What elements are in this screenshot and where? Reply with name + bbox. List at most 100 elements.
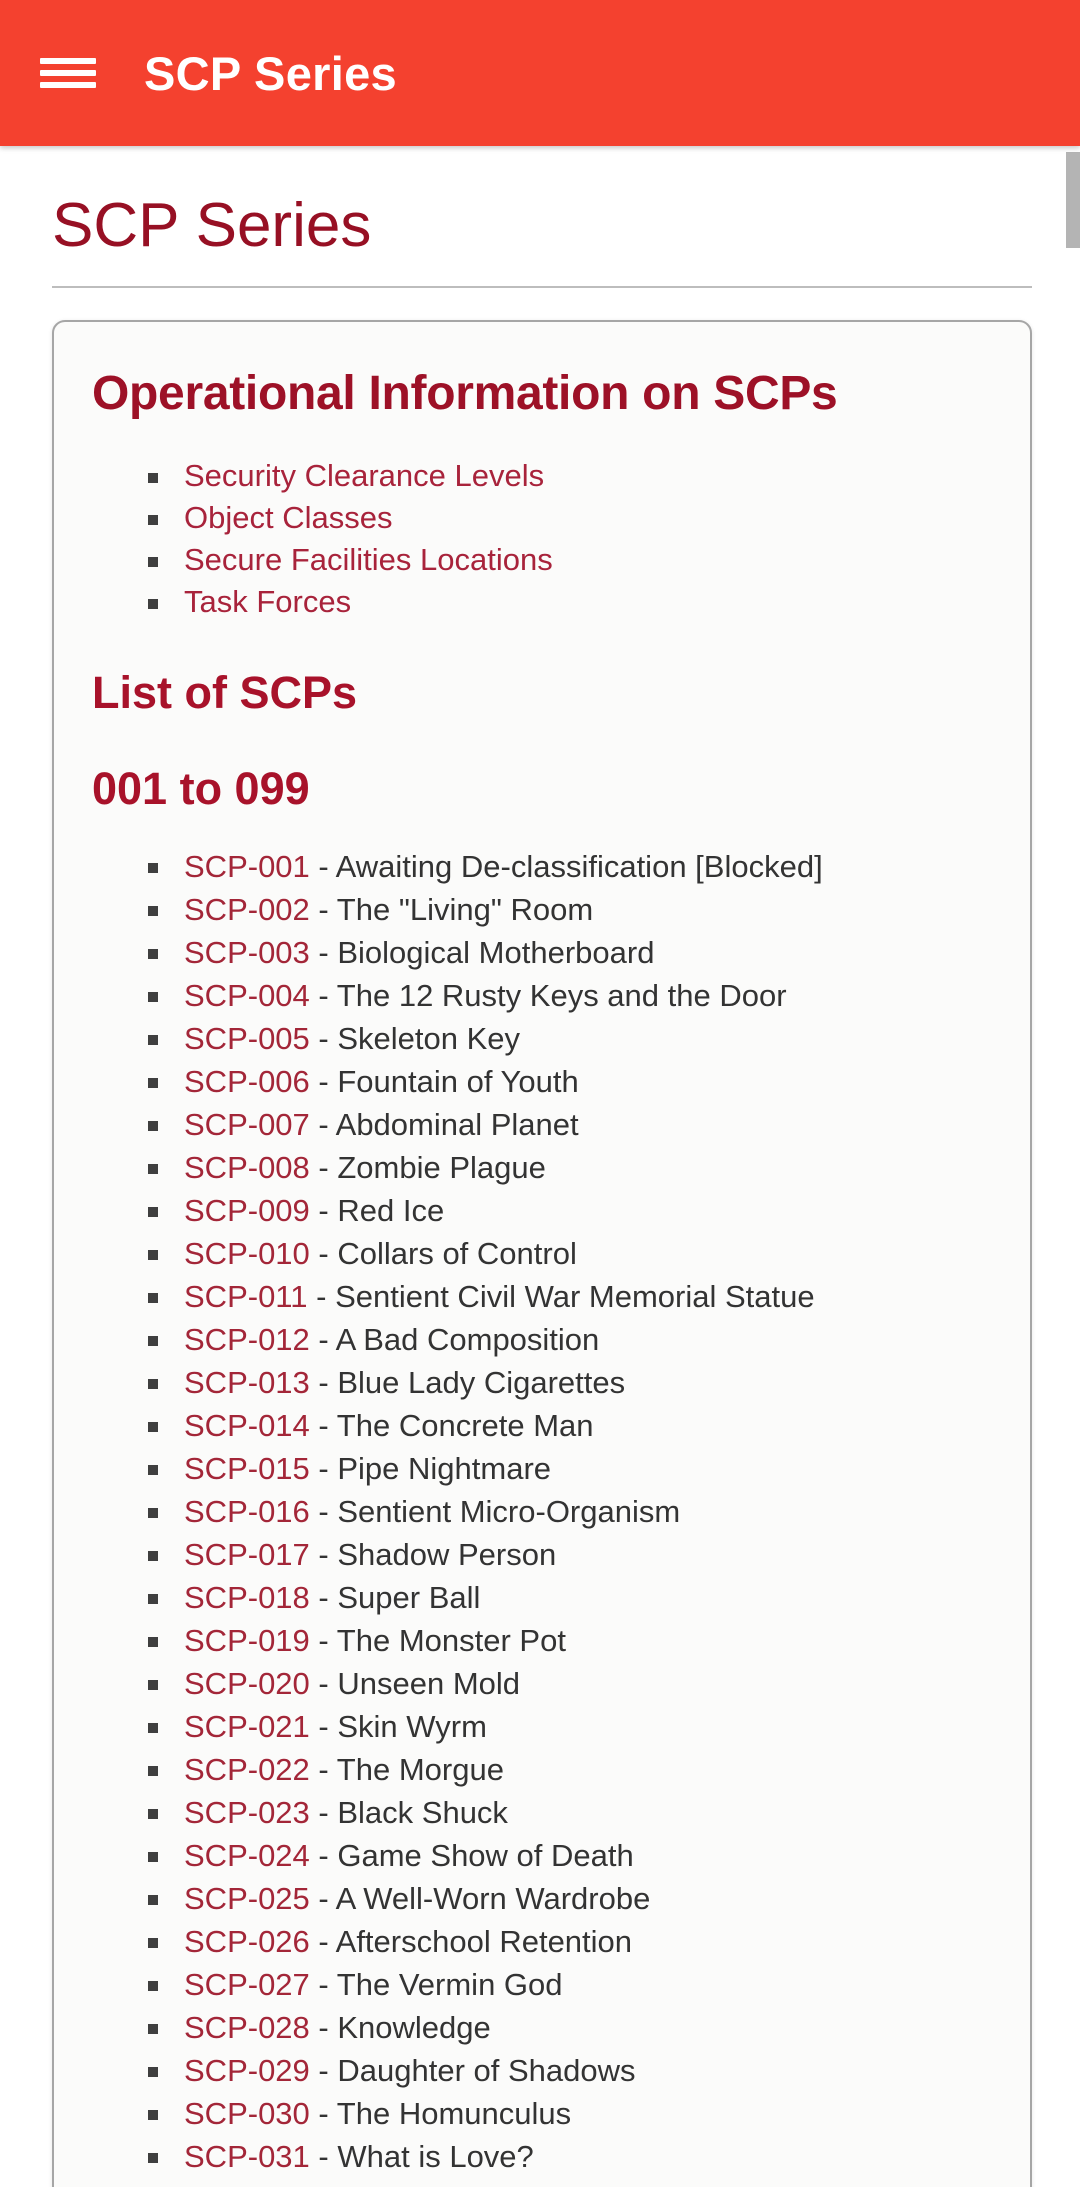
content-card: Operational Information on SCPs Security… — [52, 320, 1032, 2187]
scp-entry-link[interactable]: SCP-015 — [184, 1451, 310, 1486]
scp-entry-name: Knowledge — [337, 2009, 491, 2045]
scp-entry-link[interactable]: SCP-006 — [184, 1064, 310, 1099]
scp-entry-separator: - — [309, 1665, 338, 1701]
hamburger-bar-2 — [40, 70, 96, 76]
scp-entry-link[interactable]: SCP-019 — [184, 1623, 310, 1658]
vertical-scrollbar-thumb[interactable] — [1066, 152, 1080, 248]
list-item: Secure Facilities Locations — [148, 539, 996, 581]
list-item: Task Forces — [148, 581, 996, 623]
scp-entry-link[interactable]: SCP-029 — [184, 2053, 310, 2088]
scp-entry-separator: - — [309, 934, 338, 970]
scp-entry-link[interactable]: SCP-016 — [184, 1494, 310, 1529]
range-heading-001-099: 001 to 099 — [92, 763, 310, 815]
scp-entry-separator: - — [309, 1407, 337, 1443]
list-item: SCP-006 - Fountain of Youth — [148, 1060, 996, 1103]
list-item: SCP-013 - Blue Lady Cigarettes — [148, 1361, 996, 1404]
scp-entry-link[interactable]: SCP-026 — [184, 1924, 310, 1959]
scp-entry-separator: - — [309, 891, 337, 927]
list-item: SCP-005 - Skeleton Key — [148, 1017, 996, 1060]
scp-entry-link[interactable]: SCP-030 — [184, 2096, 310, 2131]
scp-entry-separator: - — [309, 1837, 338, 1873]
scp-entry-link[interactable]: SCP-013 — [184, 1365, 310, 1400]
scp-entry-separator: - — [309, 1579, 338, 1615]
scp-entry-name: Red Ice — [337, 1192, 445, 1228]
scp-entry-name: Awaiting De-classification [Blocked] — [335, 848, 823, 884]
list-item: SCP-015 - Pipe Nightmare — [148, 1447, 996, 1490]
scp-entry-separator: - — [309, 1880, 336, 1916]
scp-entry-name: The Morgue — [336, 1751, 504, 1787]
scp-entry-link[interactable]: SCP-023 — [184, 1795, 310, 1830]
scp-entry-name: A Bad Composition — [335, 1321, 600, 1357]
scp-entry-link[interactable]: SCP-004 — [184, 978, 310, 1013]
page-content: SCP Series Operational Information on SC… — [0, 146, 1080, 2187]
list-item: SCP-030 - The Homunculus — [148, 2092, 996, 2135]
scp-entry-name: The Homunculus — [336, 2095, 572, 2131]
scp-entry-separator: - — [309, 1493, 338, 1529]
operational-info-link[interactable]: Security Clearance Levels — [184, 458, 544, 493]
scp-entry-separator: - — [309, 1794, 338, 1830]
scp-entry-separator: - — [307, 1278, 336, 1314]
hamburger-menu-icon[interactable] — [40, 50, 96, 96]
scp-entry-link[interactable]: SCP-025 — [184, 1881, 310, 1916]
scp-entry-link[interactable]: SCP-024 — [184, 1838, 310, 1873]
list-item: SCP-002 - The "Living" Room — [148, 888, 996, 931]
scp-entry-link[interactable]: SCP-007 — [184, 1107, 310, 1142]
scp-entry-name: The 12 Rusty Keys and the Door — [336, 977, 787, 1013]
scp-entry-name: Biological Motherboard — [337, 934, 655, 970]
list-item: SCP-026 - Afterschool Retention — [148, 1920, 996, 1963]
hamburger-bar-3 — [40, 82, 96, 88]
scp-entry-separator: - — [309, 1364, 338, 1400]
scp-entry-link[interactable]: SCP-020 — [184, 1666, 310, 1701]
list-item: SCP-014 - The Concrete Man — [148, 1404, 996, 1447]
list-item: SCP-019 - The Monster Pot — [148, 1619, 996, 1662]
scp-entry-separator: - — [309, 1622, 337, 1658]
scp-entry-link[interactable]: SCP-028 — [184, 2010, 310, 2045]
vertical-scrollbar-track[interactable] — [1066, 146, 1080, 2187]
scp-entry-link[interactable]: SCP-011 — [184, 1279, 308, 1314]
scp-entry-name: Shadow Person — [337, 1536, 557, 1572]
list-of-scps-heading: List of SCPs — [92, 667, 358, 719]
scp-entry-name: Sentient Micro-Organism — [337, 1493, 681, 1529]
scp-entry-link[interactable]: SCP-012 — [184, 1322, 310, 1357]
scp-entry-name: Blue Lady Cigarettes — [337, 1364, 626, 1400]
app-bar-title: SCP Series — [144, 46, 397, 100]
operational-info-link[interactable]: Task Forces — [184, 584, 351, 619]
scp-entry-name: Collars of Control — [337, 1235, 577, 1271]
scp-entry-link[interactable]: SCP-021 — [184, 1709, 310, 1744]
scp-entry-link[interactable]: SCP-010 — [184, 1236, 310, 1271]
scp-entry-separator: - — [309, 1321, 336, 1357]
scp-entry-link[interactable]: SCP-027 — [184, 1967, 310, 2002]
scp-entry-separator: - — [309, 1966, 337, 2002]
list-item: SCP-003 - Biological Motherboard — [148, 931, 996, 974]
list-item: SCP-025 - A Well-Worn Wardrobe — [148, 1877, 996, 1920]
scp-entry-link[interactable]: SCP-001 — [184, 849, 310, 884]
scp-entry-link[interactable]: SCP-002 — [184, 892, 310, 927]
list-item: SCP-028 - Knowledge — [148, 2006, 996, 2049]
list-item: SCP-023 - Black Shuck — [148, 1791, 996, 1834]
scp-entry-name: Zombie Plague — [337, 1149, 546, 1185]
scp-entry-link[interactable]: SCP-017 — [184, 1537, 310, 1572]
list-item: Object Classes — [148, 497, 996, 539]
scp-entry-name: The "Living" Room — [336, 891, 594, 927]
list-item: SCP-012 - A Bad Composition — [148, 1318, 996, 1361]
scp-entry-link[interactable]: SCP-009 — [184, 1193, 310, 1228]
scp-entry-separator: - — [309, 1106, 336, 1142]
scp-entry-link[interactable]: SCP-005 — [184, 1021, 310, 1056]
operational-info-link[interactable]: Secure Facilities Locations — [184, 542, 553, 577]
scp-entry-link[interactable]: SCP-003 — [184, 935, 310, 970]
scp-entry-link[interactable]: SCP-008 — [184, 1150, 310, 1185]
scp-entry-name: A Well-Worn Wardrobe — [335, 1880, 651, 1916]
list-item: SCP-021 - Skin Wyrm — [148, 1705, 996, 1748]
scp-entry-link[interactable]: SCP-018 — [184, 1580, 310, 1615]
scp-entry-name: The Vermin God — [336, 1966, 563, 2002]
scp-entry-name: Abdominal Planet — [335, 1106, 579, 1142]
scp-entry-link[interactable]: SCP-014 — [184, 1408, 310, 1443]
list-item: SCP-010 - Collars of Control — [148, 1232, 996, 1275]
scp-entry-name: Daughter of Shadows — [337, 2052, 636, 2088]
list-item: SCP-011 - Sentient Civil War Memorial St… — [148, 1275, 996, 1318]
scp-entry-link[interactable]: SCP-031 — [184, 2139, 310, 2174]
operational-info-link[interactable]: Object Classes — [184, 500, 392, 535]
list-item: Security Clearance Levels — [148, 455, 996, 497]
scp-entry-separator: - — [309, 848, 336, 884]
scp-entry-link[interactable]: SCP-022 — [184, 1752, 310, 1787]
